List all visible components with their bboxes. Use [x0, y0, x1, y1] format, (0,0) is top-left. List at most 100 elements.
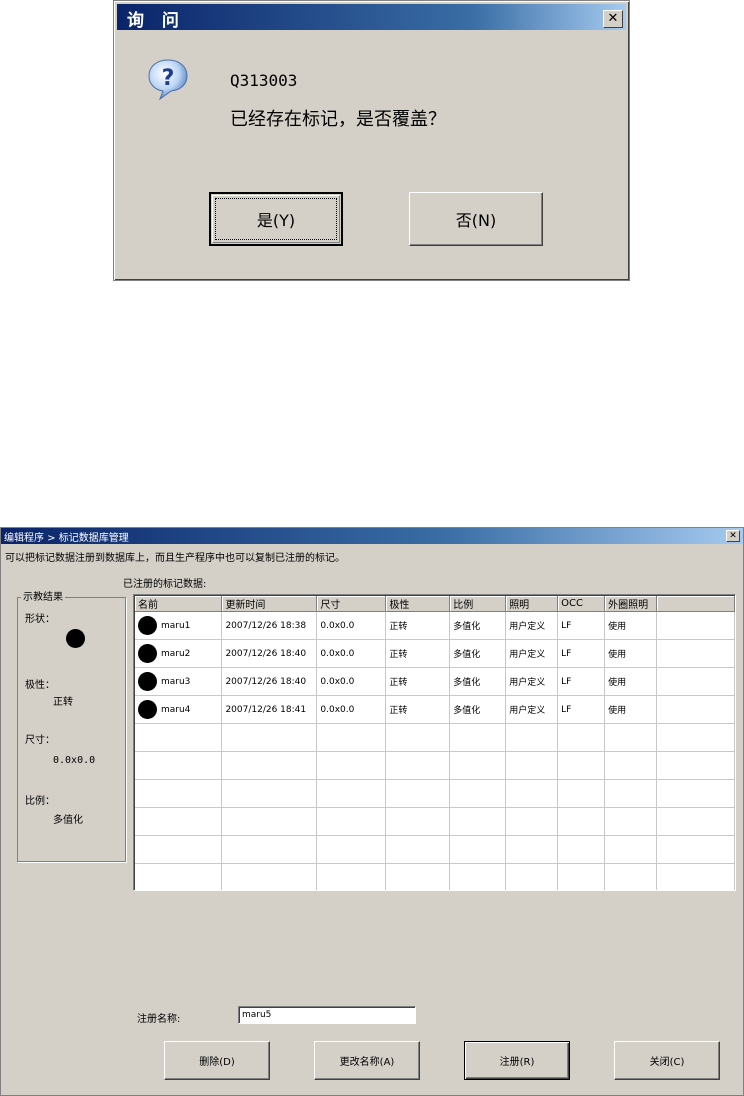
register-button[interactable]: 注册(R) [464, 1041, 570, 1080]
no-button-label: 否(N) [455, 211, 497, 230]
table-cell: 用户定义 [505, 611, 559, 640]
table-cell [557, 835, 606, 864]
table-cell [505, 863, 559, 890]
table-row[interactable]: maru3 2007/12/26 18:40 0.0x0.0 正转 多值化 用户定义 LF 使… [135, 667, 735, 696]
cell-text: 2007/12/26 18:41 [225, 704, 307, 715]
column-header[interactable]: 尺寸 [316, 596, 387, 612]
marker-shape-icon [138, 700, 157, 719]
table-cell [316, 723, 387, 752]
rename-button[interactable]: 更改名称(A) [314, 1041, 420, 1080]
column-header[interactable]: OCC [557, 596, 606, 612]
table-cell [604, 779, 658, 808]
yes-button[interactable]: 是(Y) [209, 192, 343, 246]
cell-text: maru1 [161, 621, 191, 631]
table-cell [505, 779, 559, 808]
dialog-title-bar[interactable]: 询 问 ✕ [117, 4, 626, 31]
table-cell [135, 835, 223, 864]
cell-text: 0.0x0.0 [320, 648, 355, 659]
cell-text: 使用 [608, 706, 627, 716]
table-cell: maru1 [135, 611, 223, 640]
cell-text: 正转 [389, 650, 408, 660]
table-cell [656, 779, 735, 808]
table-cell [557, 779, 606, 808]
table-cell [135, 807, 223, 836]
table-cell [385, 835, 451, 864]
marker-list[interactable]: 名前 更新时间 尺寸 极性 比例 照明 OCC 外圈照明 maru1 2007/12/26 18… [133, 594, 736, 891]
column-header[interactable]: 更新时间 [221, 596, 318, 612]
close-icon: ✕ [607, 11, 619, 26]
table-cell [557, 807, 606, 836]
window-title-bar[interactable]: 编辑程序 > 标记数据库管理 ✕ [1, 528, 743, 544]
no-button[interactable]: 否(N) [409, 192, 543, 246]
empty-table-row[interactable] [135, 835, 735, 864]
empty-table-row[interactable] [135, 863, 735, 890]
table-cell [604, 863, 658, 890]
size-label: 尺寸： [25, 735, 55, 746]
table-cell: 用户定义 [505, 695, 559, 724]
delete-button[interactable]: 删除(D) [164, 1041, 270, 1080]
table-cell [221, 751, 318, 780]
table-cell: maru4 [135, 695, 223, 724]
empty-table-row[interactable] [135, 779, 735, 808]
table-cell: 用户定义 [505, 639, 559, 668]
cell-text: maru2 [161, 649, 191, 659]
cell-text: 多值化 [453, 678, 481, 688]
table-cell: 2007/12/26 18:41 [221, 695, 318, 724]
table-cell [656, 807, 735, 836]
cell-text: 正转 [389, 678, 408, 688]
svg-text:?: ? [162, 66, 175, 91]
cell-text: 0.0x0.0 [320, 620, 355, 631]
table-cell [221, 723, 318, 752]
shape-preview [66, 629, 85, 648]
polarity-label: 极性： [25, 680, 55, 691]
table-cell: maru2 [135, 639, 223, 668]
column-header[interactable]: 外圈照明 [604, 596, 658, 612]
table-cell [221, 863, 318, 890]
table-cell [656, 751, 735, 780]
table-cell: 2007/12/26 18:38 [221, 611, 318, 640]
table-cell [221, 835, 318, 864]
table-cell: 正转 [385, 695, 451, 724]
table-row[interactable]: maru2 2007/12/26 18:40 0.0x0.0 正转 多值化 用户定义 LF 使… [135, 639, 735, 668]
table-cell [385, 807, 451, 836]
ratio-label: 比例： [25, 796, 55, 807]
table-cell [656, 863, 735, 890]
table-cell [604, 807, 658, 836]
table-cell [656, 835, 735, 864]
table-cell: 0.0x0.0 [316, 695, 387, 724]
table-row[interactable]: maru4 2007/12/26 18:41 0.0x0.0 正转 多值化 用户定义 LF 使… [135, 695, 735, 724]
column-header[interactable]: 极性 [385, 596, 451, 612]
empty-table-row[interactable] [135, 807, 735, 836]
table-row[interactable]: maru1 2007/12/26 18:38 0.0x0.0 正转 多值化 用户定义 LF 使… [135, 611, 735, 640]
empty-table-row[interactable] [135, 751, 735, 780]
column-header[interactable]: 照明 [505, 596, 559, 612]
empty-table-row[interactable] [135, 723, 735, 752]
table-cell [449, 723, 507, 752]
dialog-message: 已经存在标记，是否覆盖？ [230, 109, 446, 130]
dialog-close-button[interactable]: ✕ [603, 10, 623, 28]
table-cell: 使用 [604, 667, 658, 696]
close-button-label: 关闭(C) [649, 1057, 685, 1068]
table-cell [557, 863, 606, 890]
cell-text: 使用 [608, 678, 627, 688]
column-header[interactable]: 名前 [135, 596, 223, 612]
table-cell: LF [557, 611, 606, 640]
registered-label: 已注册的标记数据: [123, 579, 207, 590]
cell-text: 正转 [389, 706, 408, 716]
table-cell [385, 723, 451, 752]
column-header-filler [656, 596, 735, 612]
column-header[interactable]: 比例 [449, 596, 507, 612]
confirm-dialog: 询 问 ✕ ? Q313003 已经存在标记，是否覆盖？ 是(Y) 否(N) [113, 0, 630, 281]
table-cell [135, 863, 223, 890]
table-cell [505, 723, 559, 752]
window-close-button[interactable]: ✕ [726, 530, 740, 542]
cell-text: 0.0x0.0 [320, 704, 355, 715]
table-cell [449, 863, 507, 890]
close-button[interactable]: 关闭(C) [614, 1041, 720, 1080]
table-cell [316, 807, 387, 836]
table-cell [385, 779, 451, 808]
table-cell [557, 723, 606, 752]
register-name-input[interactable]: maru5 [238, 1006, 416, 1024]
cell-text: LF [561, 676, 572, 687]
cell-text: maru4 [161, 705, 191, 715]
